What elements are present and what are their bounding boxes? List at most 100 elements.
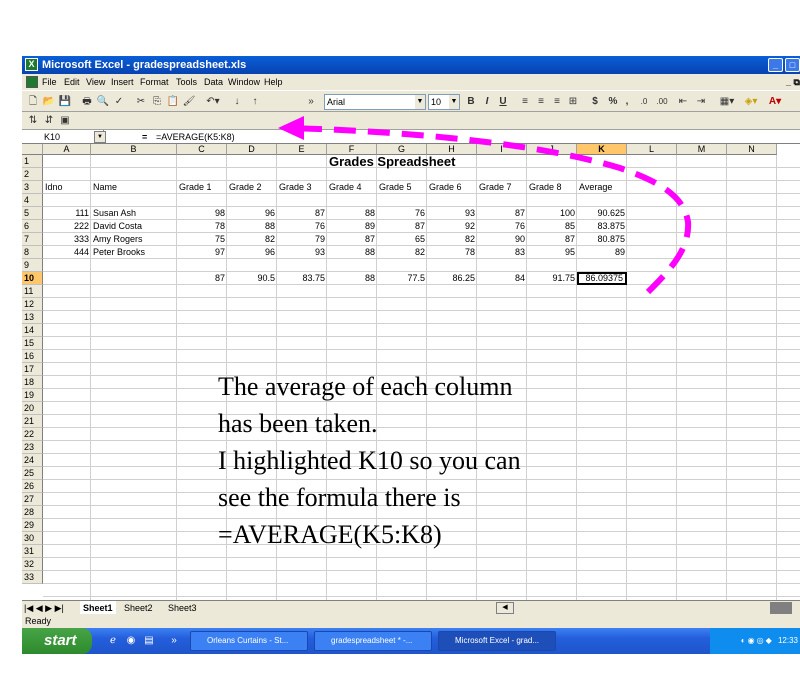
row-header[interactable]: 9	[22, 259, 43, 272]
value-cell[interactable]: 97	[177, 246, 227, 259]
formula-input[interactable]: =AVERAGE(K5:K8)	[156, 130, 235, 144]
row-header[interactable]: 8	[22, 246, 43, 259]
new-icon[interactable]: 🗋	[26, 94, 40, 110]
sort-az-icon[interactable]: ⇅	[26, 113, 40, 129]
font-color-icon[interactable]: A▾	[764, 94, 786, 110]
print-preview-icon[interactable]: 🔍	[96, 94, 110, 110]
print-icon[interactable]: 🖶	[80, 94, 94, 110]
value-cell[interactable]: 76	[377, 207, 427, 220]
row-header[interactable]: 11	[22, 285, 43, 298]
value-cell[interactable]: 100	[527, 207, 577, 220]
save-icon[interactable]: 💾	[58, 94, 72, 110]
column-label[interactable]: Grade 6	[427, 181, 477, 194]
horizontal-scrollbar-thumb[interactable]	[770, 602, 792, 614]
folder-icon[interactable]: ▤	[142, 633, 156, 649]
row-header[interactable]: 31	[22, 545, 43, 558]
value-cell[interactable]: 95	[527, 246, 577, 259]
currency-button[interactable]: $	[588, 94, 602, 110]
row-header[interactable]: 7	[22, 233, 43, 246]
value-cell[interactable]: 93	[277, 246, 327, 259]
menu-insert[interactable]: Insert	[111, 74, 134, 90]
average-cell[interactable]: 86.25	[427, 272, 477, 285]
chart-icon[interactable]: ▣	[58, 113, 72, 129]
value-cell[interactable]: 87	[377, 220, 427, 233]
increase-indent-icon[interactable]: ⇥	[694, 94, 708, 110]
column-label[interactable]: Idno	[43, 181, 91, 194]
column-header-e[interactable]: E	[277, 144, 327, 155]
media-icon[interactable]: ◉	[124, 633, 138, 649]
sort-za-icon[interactable]: ⇵	[42, 113, 56, 129]
column-header-m[interactable]: M	[677, 144, 727, 155]
ie-icon[interactable]: ℯ	[106, 633, 120, 649]
row-header[interactable]: 10	[22, 272, 43, 285]
row-header[interactable]: 25	[22, 467, 43, 480]
minimize-button[interactable]: _	[768, 58, 783, 72]
italic-button[interactable]: I	[480, 94, 494, 110]
fill-color-icon[interactable]: ◈▾	[740, 94, 762, 110]
value-cell[interactable]: 79	[277, 233, 327, 246]
value-cell[interactable]: 78	[177, 220, 227, 233]
row-header[interactable]: 30	[22, 532, 43, 545]
name-box[interactable]: K10	[24, 130, 104, 144]
task-orleans-curtains[interactable]: Orleans Curtains - St...	[190, 631, 308, 651]
merge-center-icon[interactable]: ⊞	[566, 94, 580, 110]
menu-format[interactable]: Format	[140, 74, 169, 90]
row-header[interactable]: 6	[22, 220, 43, 233]
column-header-a[interactable]: A	[43, 144, 91, 155]
value-cell[interactable]: 87	[477, 207, 527, 220]
document-icon[interactable]	[26, 76, 38, 88]
column-label[interactable]: Grade 1	[177, 181, 227, 194]
value-cell[interactable]: 90	[477, 233, 527, 246]
decrease-decimal-icon[interactable]: .00	[654, 94, 670, 110]
increase-decimal-icon[interactable]: .0	[636, 94, 652, 110]
value-cell[interactable]: 222	[43, 220, 91, 233]
font-name-select[interactable]: Arial ▼	[324, 94, 426, 110]
menu-help[interactable]: Help	[264, 74, 283, 90]
column-header-i[interactable]: I	[477, 144, 527, 155]
column-label[interactable]: Name	[91, 181, 177, 194]
value-cell[interactable]: 80.875	[577, 233, 627, 246]
column-label[interactable]: Average	[577, 181, 627, 194]
average-cell[interactable]: 84	[477, 272, 527, 285]
chevron-down-icon[interactable]: ▼	[94, 131, 106, 143]
column-header-k[interactable]: K	[577, 144, 627, 155]
row-header[interactable]: 15	[22, 337, 43, 350]
tab-scroll-icons[interactable]: |◀ ◀ ▶ ▶|	[24, 601, 64, 615]
select-all-corner[interactable]	[22, 144, 43, 155]
row-header[interactable]: 26	[22, 480, 43, 493]
scroll-left-icon[interactable]: ◀	[496, 602, 514, 614]
value-cell[interactable]: 96	[227, 246, 277, 259]
column-label[interactable]: Grade 5	[377, 181, 427, 194]
row-header[interactable]: 17	[22, 363, 43, 376]
column-header-b[interactable]: B	[91, 144, 177, 155]
align-center-icon[interactable]: ≡	[534, 94, 548, 110]
value-cell[interactable]: 89	[577, 246, 627, 259]
value-cell[interactable]: 76	[277, 220, 327, 233]
decrease-indent-icon[interactable]: ⇤	[676, 94, 690, 110]
column-label[interactable]: Grade 3	[277, 181, 327, 194]
value-cell[interactable]: 90.625	[577, 207, 627, 220]
menu-view[interactable]: View	[86, 74, 105, 90]
toolbar-options-icon[interactable]: »	[306, 94, 316, 110]
value-cell[interactable]: 98	[177, 207, 227, 220]
column-label[interactable]: Grade 4	[327, 181, 377, 194]
name-cell[interactable]: Amy Rogers	[91, 233, 177, 246]
sheet-title[interactable]: Grades Spreadsheet	[327, 155, 497, 168]
selected-cell-k10[interactable]: 86.09375	[577, 272, 627, 285]
average-cell[interactable]: 77.5	[377, 272, 427, 285]
row-header[interactable]: 20	[22, 402, 43, 415]
average-cell[interactable]: 90.5	[227, 272, 277, 285]
value-cell[interactable]: 85	[527, 220, 577, 233]
row-header[interactable]: 27	[22, 493, 43, 506]
value-cell[interactable]: 82	[427, 233, 477, 246]
cut-icon[interactable]: ✂	[134, 94, 148, 110]
value-cell[interactable]: 93	[427, 207, 477, 220]
quicklaunch-more-icon[interactable]: »	[168, 633, 180, 649]
average-cell[interactable]: 83.75	[277, 272, 327, 285]
undo-icon[interactable]: ↶▾	[202, 94, 224, 110]
value-cell[interactable]: 333	[43, 233, 91, 246]
average-cell[interactable]: 88	[327, 272, 377, 285]
value-cell[interactable]: 87	[327, 233, 377, 246]
value-cell[interactable]: 96	[227, 207, 277, 220]
underline-button[interactable]: U	[496, 94, 510, 110]
